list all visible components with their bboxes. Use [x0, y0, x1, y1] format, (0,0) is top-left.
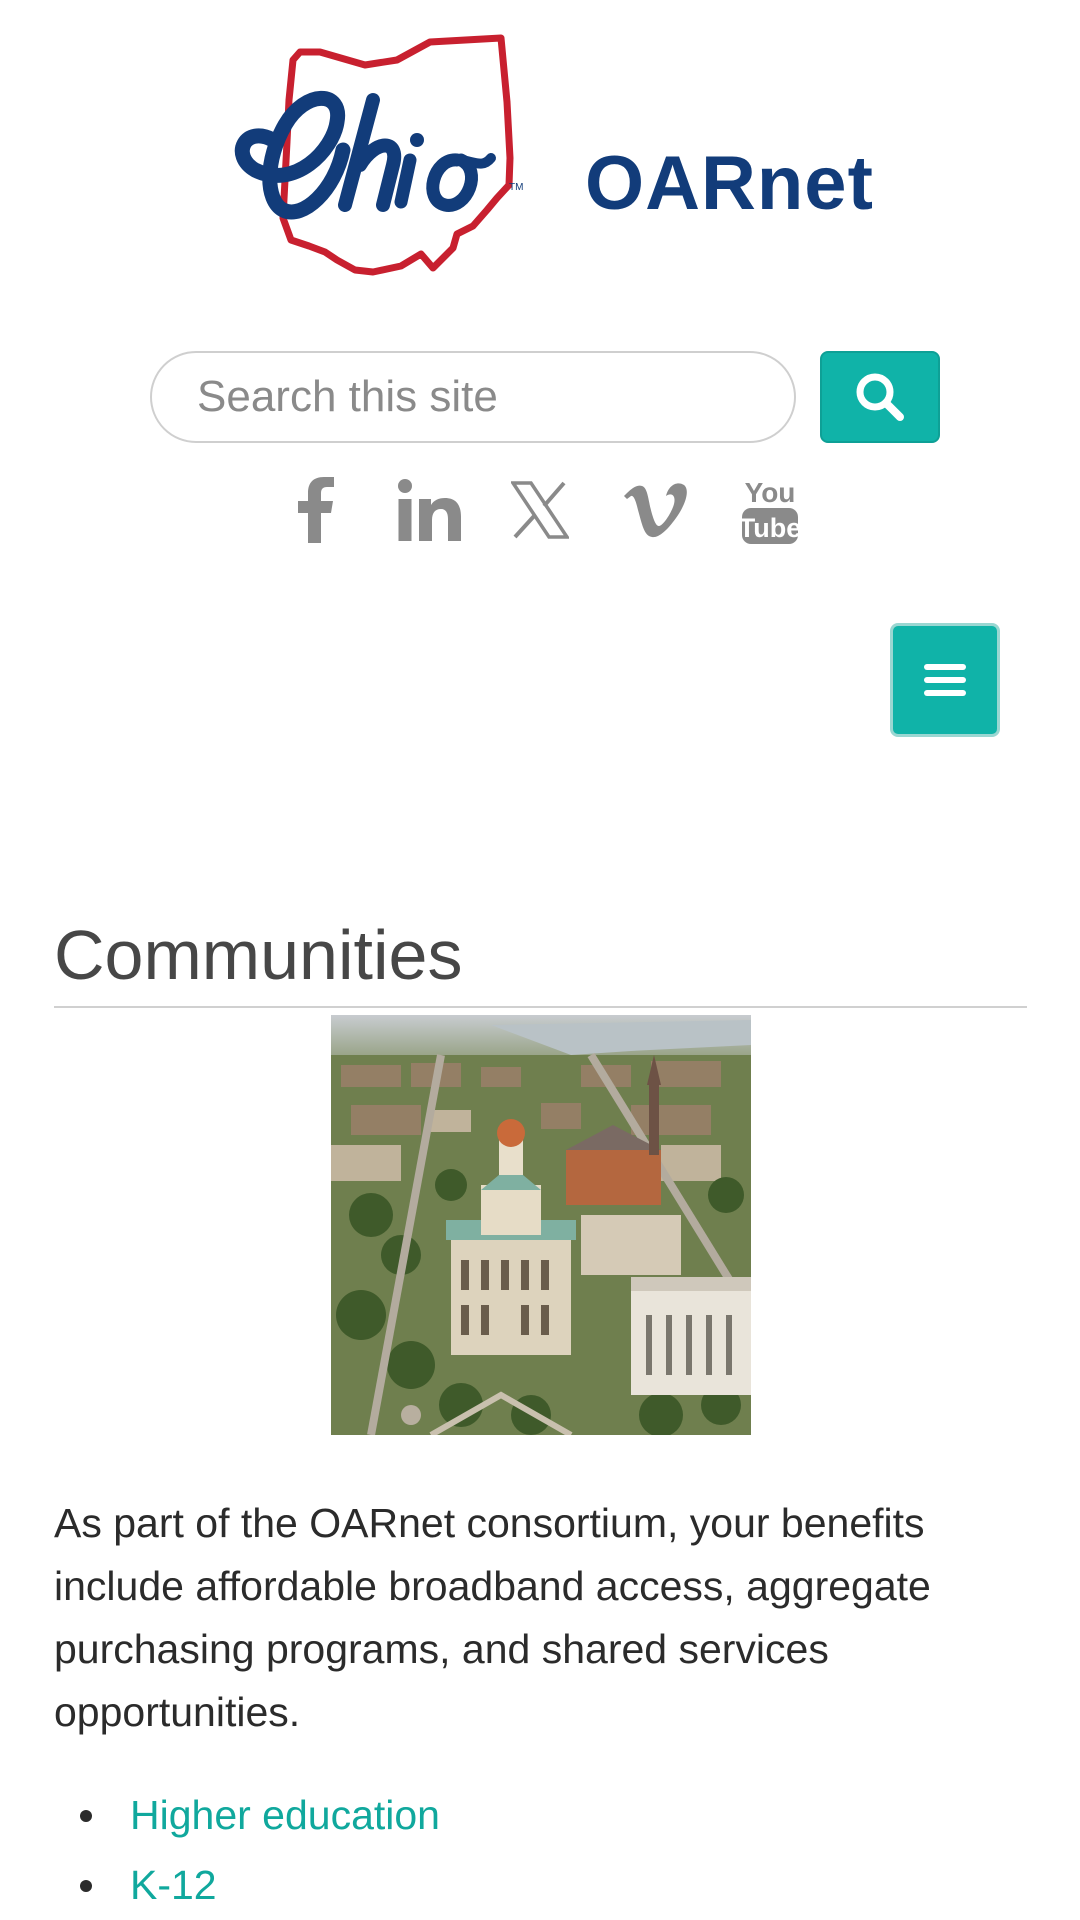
- ohio-logo-icon: TM: [234, 34, 523, 276]
- youtube-glyph-bottom: Tube: [740, 513, 800, 543]
- search-button[interactable]: [820, 351, 940, 443]
- k12-link[interactable]: K-12: [130, 1862, 217, 1908]
- vimeo-icon: [624, 483, 687, 538]
- linkedin-icon: [398, 479, 461, 541]
- page-title: Communities: [54, 916, 463, 994]
- title-divider: [54, 1006, 1027, 1008]
- linkedin-link[interactable]: [390, 470, 470, 550]
- x-icon: [511, 481, 569, 539]
- menu-toggle-button[interactable]: [890, 623, 1000, 737]
- x-link[interactable]: [505, 470, 575, 550]
- facebook-link[interactable]: [280, 470, 350, 550]
- higher-education-link[interactable]: Higher education: [130, 1792, 440, 1838]
- list-item: K-12: [54, 1850, 440, 1920]
- youtube-icon: You Tube: [740, 477, 800, 544]
- search-input[interactable]: [150, 351, 796, 443]
- search-icon: [856, 373, 904, 421]
- list-item: Higher education: [54, 1780, 440, 1850]
- svg-text:TM: TM: [509, 182, 523, 193]
- youtube-link[interactable]: You Tube: [730, 470, 810, 550]
- site-logo[interactable]: TM OARnet: [225, 30, 873, 280]
- social-links: You Tube: [280, 470, 820, 550]
- brand-name: OARnet: [585, 141, 874, 226]
- hero-image-aerial-town: [331, 1015, 751, 1435]
- vimeo-link[interactable]: [615, 470, 695, 550]
- youtube-glyph-top: You: [745, 477, 796, 508]
- community-links-list: Higher education K-12: [54, 1780, 440, 1920]
- hamburger-menu-icon: [924, 664, 966, 696]
- facebook-icon: [298, 477, 334, 543]
- intro-paragraph: As part of the OARnet consortium, your b…: [54, 1500, 931, 1735]
